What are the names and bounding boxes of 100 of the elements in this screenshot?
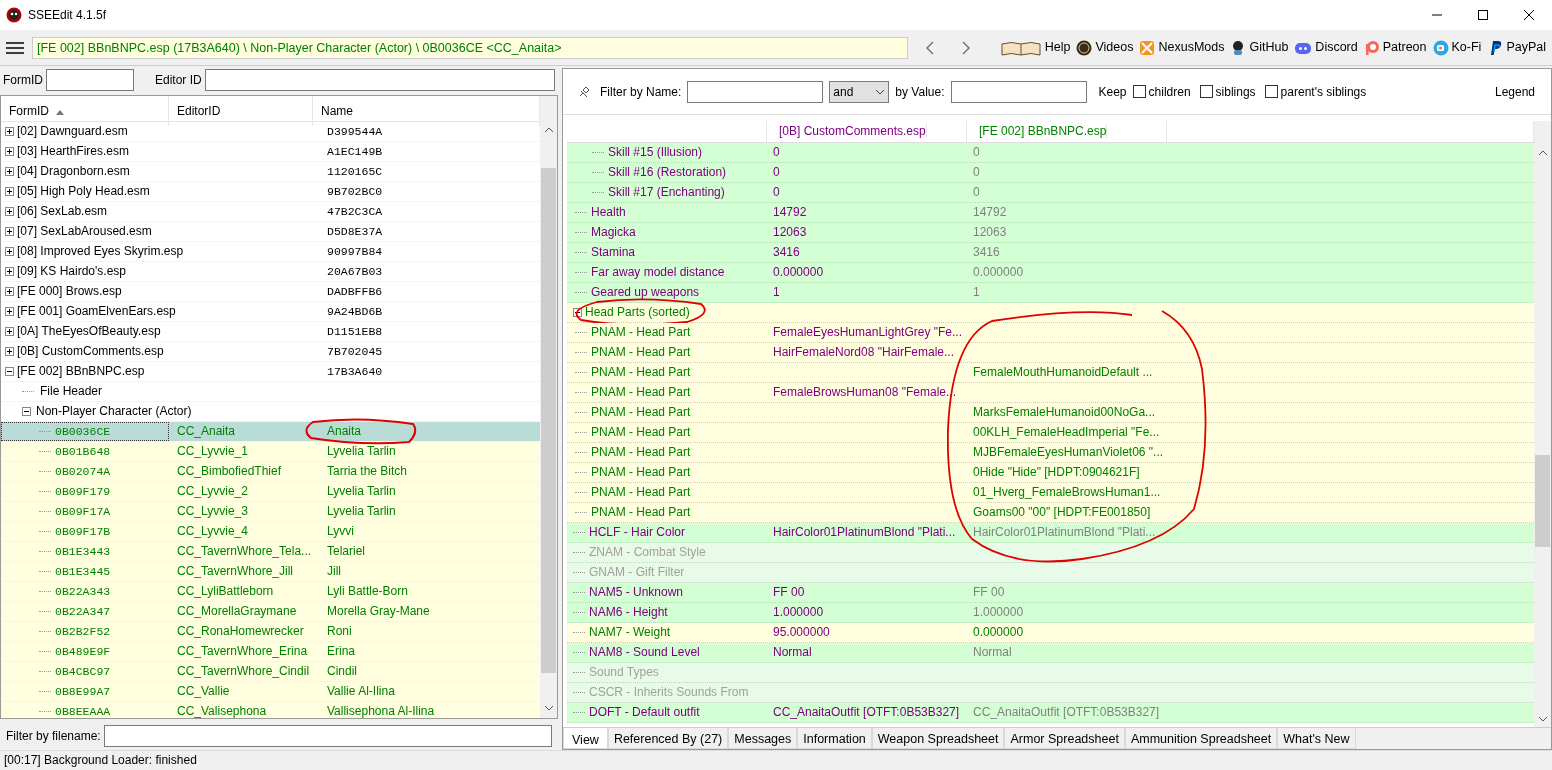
expand-icon[interactable] <box>5 267 14 277</box>
toolbar-link[interactable]: Patreon <box>1363 38 1427 57</box>
scroll-up-icon[interactable] <box>1537 149 1548 157</box>
expand-icon[interactable] <box>5 307 14 317</box>
expand-icon[interactable] <box>5 187 14 197</box>
field-name: Magicka <box>591 225 636 239</box>
name-cell: Lyvelia Tarlin <box>327 503 396 518</box>
tab[interactable]: What's New <box>1277 728 1356 749</box>
name-cell: 17B3A640 <box>327 364 383 378</box>
editor-id-field[interactable] <box>204 68 555 91</box>
value-filter-field[interactable] <box>950 80 1087 103</box>
plugin-name: [03] HearthFires.esm <box>17 143 130 158</box>
tree-row[interactable]: 0B4CBC97 CC_TavernWhore_Cindil Cindil <box>1 661 540 682</box>
toolbar-link[interactable]: Discord <box>1294 38 1358 57</box>
tree-row[interactable]: 0B09F17A CC_Lyvvie_3 Lyvelia Tarlin <box>1 501 540 522</box>
field-name: NAM5 - Unknown <box>589 585 684 599</box>
tree-row[interactable]: 0B09F17B CC_Lyvvie_4 Lyvvi <box>1 521 540 542</box>
tab[interactable]: Information <box>797 728 872 749</box>
value-cell: Normal <box>973 645 1012 659</box>
toolbar-link[interactable]: Videos <box>1076 38 1134 57</box>
toolbar-link[interactable]: NexusMods <box>1139 38 1225 57</box>
scroll-down-icon[interactable] <box>1537 715 1548 723</box>
scrollbar-thumb[interactable] <box>1535 455 1550 547</box>
collapse-icon[interactable] <box>22 407 31 417</box>
menu-icon[interactable] <box>6 40 24 55</box>
value-cell: 1.000000 <box>773 605 824 619</box>
value-cell: 0 <box>773 145 780 159</box>
tree-row[interactable]: 0B1E3445 CC_TavernWhore_Jill Jill <box>1 561 540 582</box>
tree-row[interactable]: 0B22A347 CC_MorellaGraymane Morella Gray-Mane <box>1 601 540 622</box>
editor-id-cell: CC_RonaHomewrecker <box>177 623 304 638</box>
name-cell: A1EC149B <box>327 144 383 158</box>
operator-dropdown[interactable]: and <box>829 80 890 103</box>
field-name: HCLF - Hair Color <box>589 525 685 539</box>
name-filter-field[interactable] <box>687 80 824 103</box>
field-name: PNAM - Head Part <box>591 365 691 379</box>
tab[interactable]: Weapon Spreadsheet <box>871 728 1005 749</box>
editor-id-cell: CC_Lyvvie_4 <box>177 523 248 538</box>
expand-icon[interactable] <box>5 147 14 157</box>
close-icon[interactable] <box>1524 10 1534 20</box>
value-cell: HairFemaleNord08 "HairFemale... <box>773 345 954 359</box>
tree-row[interactable]: 0B22A343 CC_LyliBattleborn Lyli Battle-Born <box>1 581 540 602</box>
toolbar-link[interactable]: GitHub <box>1230 38 1289 57</box>
expand-icon[interactable] <box>5 207 14 217</box>
scrollbar[interactable] <box>1534 121 1551 727</box>
expand-icon[interactable] <box>5 127 14 137</box>
column-header: [FE 002] BBnBNPC.esp <box>973 124 1108 138</box>
tab[interactable]: Armor Spreadsheet <box>1004 728 1125 749</box>
tree-row[interactable]: 0B2B2F52 CC_RonaHomewrecker Roni <box>1 621 540 642</box>
checkbox-option[interactable]: children <box>1132 82 1191 101</box>
value-cell: 14792 <box>973 205 1007 219</box>
checkbox-option[interactable]: parent's siblings <box>1264 82 1367 101</box>
tab[interactable]: Ammunition Spreadsheet <box>1124 728 1278 749</box>
toolbar-link[interactable]: PayPal <box>1487 38 1546 57</box>
filename-filter-field[interactable] <box>103 725 552 748</box>
value-cell: 0 <box>773 165 780 179</box>
scrollbar-thumb[interactable] <box>541 167 556 673</box>
expand-icon[interactable] <box>5 167 14 177</box>
scroll-down-icon[interactable] <box>543 703 554 712</box>
path-field[interactable]: [FE 002] BBnBNPC.esp (17B3A640) \ Non-Player Character (Actor) \ 0B0036CE <CC_Anaita> <box>32 36 908 59</box>
toolbar-link[interactable]: Help <box>999 38 1071 57</box>
scrollbar[interactable] <box>540 95 557 718</box>
scroll-up-icon[interactable] <box>543 125 554 134</box>
editor-id-cell: CC_LyliBattleborn <box>177 583 274 598</box>
expand-icon[interactable] <box>5 287 14 297</box>
formid-field[interactable] <box>46 68 134 91</box>
expand-icon[interactable] <box>5 247 14 257</box>
toolbar-link[interactable]: Ko-Fi <box>1432 38 1482 57</box>
plugin-name: [FE 002] BBnBNPC.esp <box>17 363 145 378</box>
field-name: Stamina <box>591 245 636 259</box>
field-name: Head Parts (sorted) <box>585 305 690 319</box>
name-cell: Lyvelia Tarlin <box>327 483 396 498</box>
tree-row[interactable]: 0B489E9F CC_TavernWhore_Erina Erina <box>1 641 540 662</box>
value-cell: 14792 <box>773 205 807 219</box>
formid-cell: 0B8EEAAA <box>55 704 111 718</box>
tab[interactable]: View <box>563 728 608 749</box>
field-name: PNAM - Head Part <box>591 385 691 399</box>
tree-row[interactable]: 0B09F179 CC_Lyvvie_2 Lyvelia Tarlin <box>1 481 540 502</box>
maximize-icon[interactable] <box>1478 10 1488 20</box>
tree-row[interactable]: 0B1E3443 CC_TavernWhore_Tela... Telariel <box>1 541 540 562</box>
expand-icon[interactable] <box>5 327 14 337</box>
tree-row[interactable]: 0B8E99A7 CC_Vallie Vallie Al-Ilina <box>1 681 540 702</box>
collapse-icon[interactable] <box>5 367 14 377</box>
column-header[interactable]: FormID <box>1 95 169 126</box>
pin-icon[interactable] <box>577 84 591 99</box>
value-cell: 1 <box>773 285 780 299</box>
checkbox-option[interactable]: siblings <box>1199 82 1256 101</box>
collapse-icon[interactable] <box>573 308 582 318</box>
tree-row[interactable]: 0B02074A CC_BimbofiedThief Tarria the Bitch <box>1 461 540 482</box>
tab[interactable]: Messages <box>728 728 798 749</box>
column-header: [0B] CustomComments.esp <box>773 124 927 138</box>
legend-link[interactable]: Legend <box>1494 82 1535 101</box>
tab[interactable]: Referenced By (27) <box>607 728 729 749</box>
value-cell: FF 00 <box>973 585 1005 599</box>
field-label: Editor ID <box>155 71 202 89</box>
formid-cell: 0B489E9F <box>55 644 111 658</box>
editor-id-cell: CC_Lyvvie_3 <box>177 503 248 518</box>
round-logo-icon <box>1076 39 1093 56</box>
expand-icon[interactable] <box>5 227 14 237</box>
expand-icon[interactable] <box>5 347 14 357</box>
column-header[interactable]: EditorID <box>169 95 313 126</box>
